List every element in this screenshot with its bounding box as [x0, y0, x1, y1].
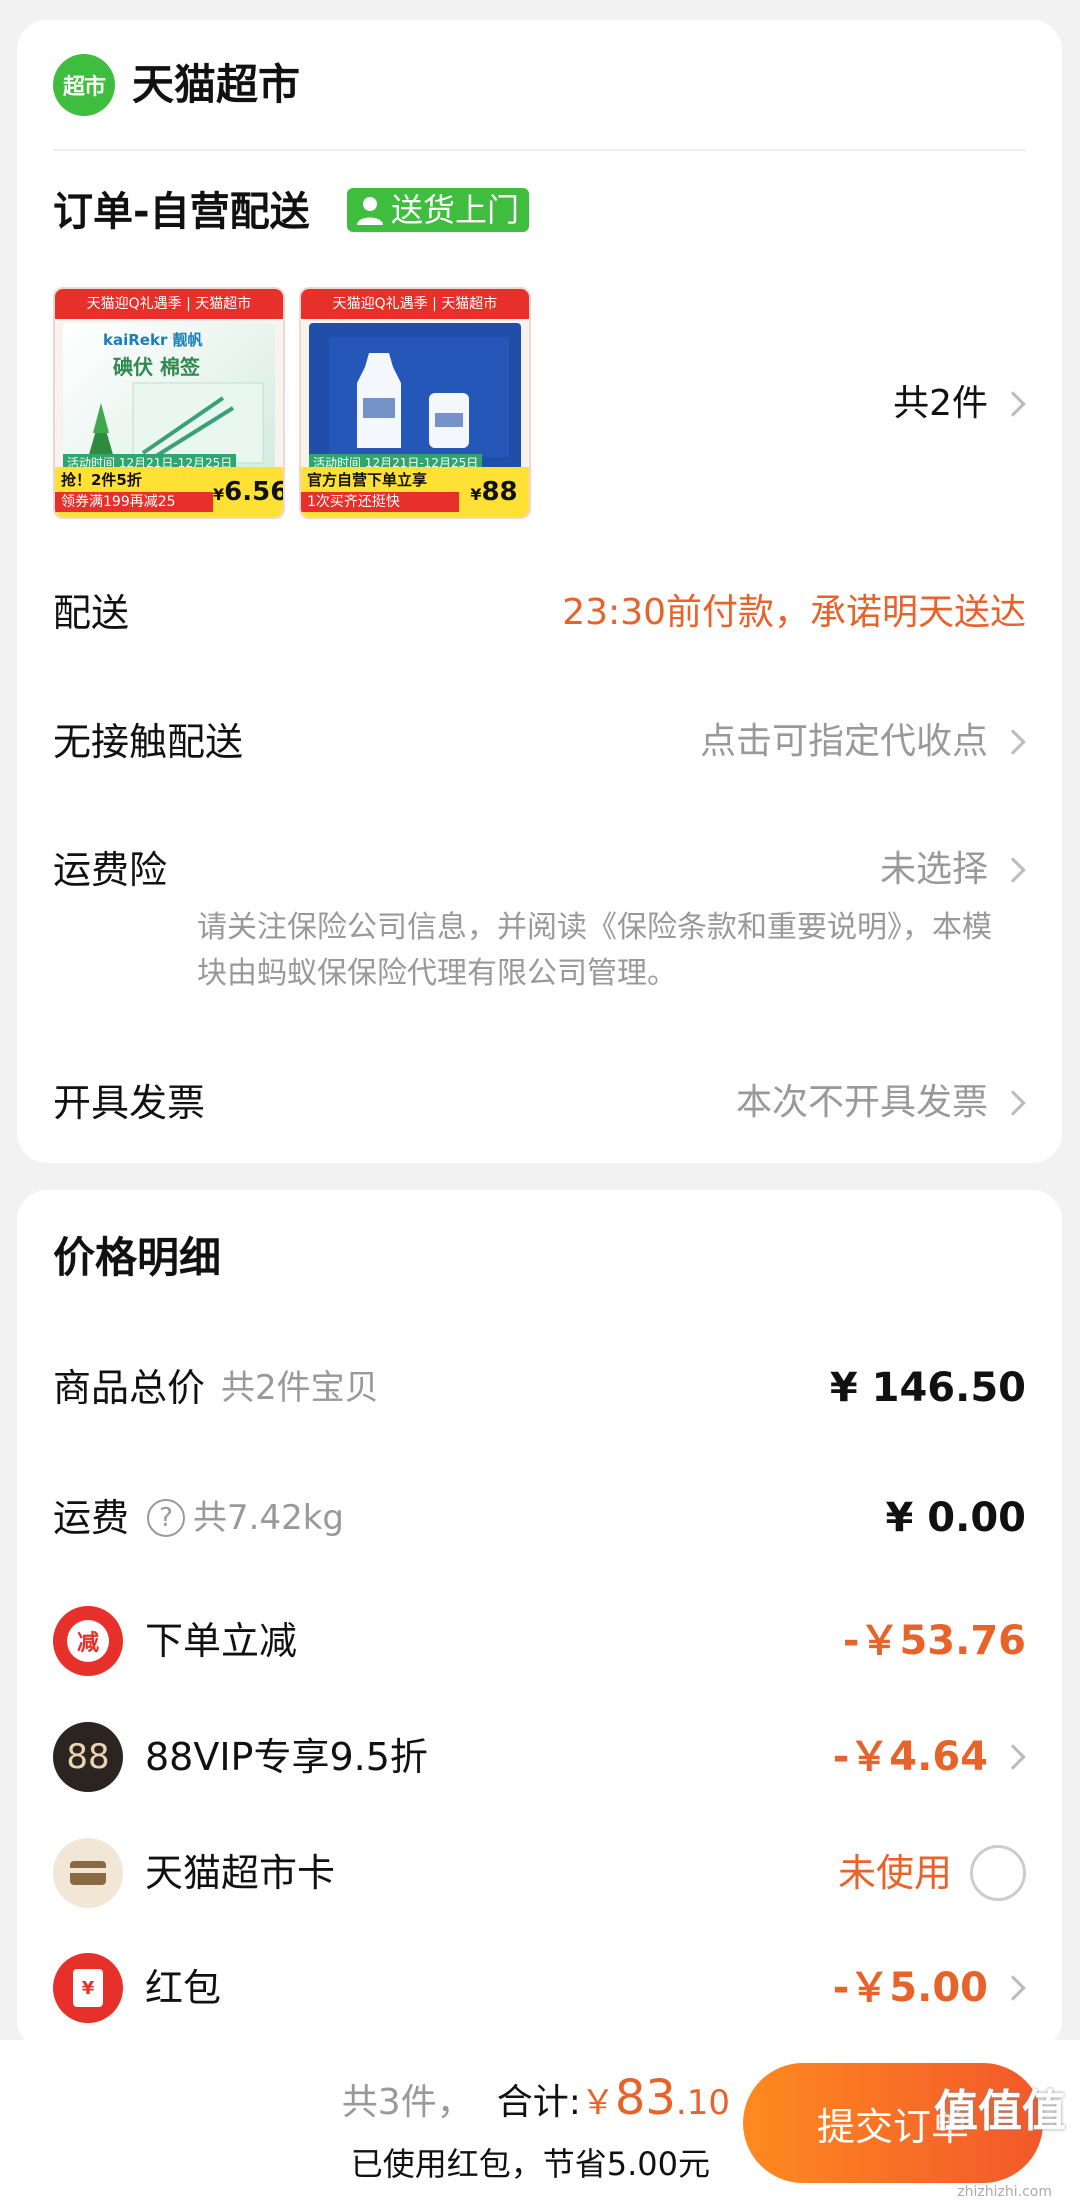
shipping-label: 运费 [53, 1496, 130, 1540]
price-details-card: 价格明细 商品总价 共2件宝贝 ¥ 146.50 运费 ? 共7.42kg ¥ … [17, 1190, 1062, 2050]
chevron-right-icon [1000, 1744, 1026, 1770]
order-card: 超市 天猫超市 订单-自营配送 送货上门 天猫迎Q礼遇季 | 天猫超市 kaiR… [17, 20, 1062, 1163]
freight-insurance-label: 运费险 [53, 848, 168, 892]
store-name[interactable]: 天猫超市 [132, 58, 300, 112]
supermarket-card-status: 未使用 [837, 1851, 952, 1895]
product-banner: 天猫迎Q礼遇季 | 天猫超市 [301, 289, 529, 319]
goods-total-label: 商品总价 [53, 1366, 206, 1410]
chevron-right-icon [1000, 1975, 1026, 2001]
chevron-right-icon [1000, 729, 1026, 755]
supermarket-card-label: 天猫超市卡 [145, 1851, 336, 1895]
chevron-right-icon [1000, 391, 1026, 417]
discount-icon: 减 [53, 1606, 123, 1676]
vip-discount-label: 88VIP专享9.5折 [145, 1735, 428, 1779]
watermark-url: zhizhizhi.com [957, 2184, 1052, 2200]
product-price: ¥88 [459, 467, 529, 517]
shipping-weight: 共7.42kg [193, 1498, 344, 1538]
total-item-count: 共3件， [341, 2082, 473, 2123]
goods-count: 共2件宝贝 [221, 1368, 379, 1408]
freight-insurance-value: 未选择 [879, 849, 988, 890]
home-delivery-badge: 送货上门 [347, 188, 530, 232]
checkout-bar: 共3件， 合计: ￥83.10 已使用红包，节省5.00元 提交订单 [0, 2040, 1080, 2208]
shipping-row: 运费 ? 共7.42kg [53, 1492, 344, 1544]
chevron-right-icon [1000, 857, 1026, 883]
promo-text: 抢！2件5折 [61, 471, 142, 489]
card-icon [53, 1838, 123, 1908]
order-title: 订单-自营配送 [53, 189, 310, 235]
price-details-title: 价格明细 [53, 1233, 222, 1282]
store-logo: 超市 [53, 54, 115, 116]
total-label: 合计: [496, 2082, 581, 2123]
product-image: 活动时间 12月21日-12月25日 [309, 323, 521, 471]
red-packet-amount: -￥5.00 [832, 1965, 988, 2011]
vip-discount-amount: -￥4.64 [832, 1734, 988, 1780]
shipping-amount: ¥ 0.00 [885, 1495, 1026, 1541]
insurance-note: 请关注保险公司信息，并阅读《保险条款和重要说明》，本模块由蚂蚁保保险代理有限公司… [197, 910, 992, 991]
product-thumbnail-2[interactable]: 天猫迎Q礼遇季 | 天猫超市 活动时间 12月21日-12月25日 官方自营下单… [299, 287, 531, 519]
total-amount: ￥83.10 [580, 2070, 730, 2126]
goods-total-row: 商品总价 共2件宝贝 [53, 1362, 379, 1414]
promo-text: 官方自营下单立享 [307, 471, 428, 489]
red-packet-icon: ¥ [53, 1953, 123, 2023]
promo-subtext: 领券满199再减25 [55, 492, 213, 512]
invoice-value: 本次不开具发票 [735, 1082, 988, 1123]
divider [53, 149, 1026, 151]
items-count-link[interactable]: 共2件 [893, 380, 1026, 428]
contactless-delivery-value: 点击可指定代收点 [699, 721, 988, 762]
delivery-label: 配送 [53, 591, 130, 635]
product-thumbnail-1[interactable]: 天猫迎Q礼遇季 | 天猫超市 kaiRekr 靓帆 碘伏 棉签 活动时间 12月… [53, 287, 285, 519]
instant-discount-amount: -￥53.76 [842, 1618, 1026, 1664]
supermarket-card-option[interactable]: 未使用 [838, 1840, 1026, 1906]
product-image: kaiRekr 靓帆 碘伏 棉签 活动时间 12月21日-12月25日 [63, 323, 275, 471]
supermarket-card-radio[interactable] [970, 1845, 1026, 1901]
contactless-delivery-option[interactable]: 点击可指定代收点 [700, 717, 1026, 767]
product-brand: kaiRekr 靓帆 [103, 331, 203, 349]
product-banner: 天猫迎Q礼遇季 | 天猫超市 [55, 289, 283, 319]
contactless-delivery-label: 无接触配送 [53, 720, 244, 764]
chevron-right-icon [1000, 1090, 1026, 1116]
person-icon [353, 193, 387, 227]
invoice-option[interactable]: 本次不开具发票 [736, 1078, 1026, 1128]
vip-discount-option[interactable]: -￥4.64 [833, 1731, 1026, 1783]
product-promo: 抢！2件5折 领券满199再减25 ¥6.56 [55, 467, 283, 517]
goods-total-amount: ¥ 146.50 [829, 1365, 1026, 1411]
instant-discount-label: 下单立减 [145, 1619, 298, 1663]
freight-insurance-option[interactable]: 未选择 [880, 845, 1026, 895]
question-icon[interactable]: ? [147, 1499, 186, 1537]
product-promo: 官方自营下单立享 1次买齐还挺快 ¥88 [301, 467, 529, 517]
invoice-label: 开具发票 [53, 1081, 206, 1125]
vip-88-icon: 88 [53, 1722, 123, 1792]
order-total: 共3件， 合计: ￥83.10 [342, 2070, 730, 2131]
home-delivery-label: 送货上门 [391, 191, 520, 229]
items-count: 共2件 [893, 383, 988, 424]
milk-bottle-graphic [329, 337, 509, 457]
product-price: ¥6.56 [213, 467, 283, 517]
promo-subtext: 1次买齐还挺快 [301, 492, 459, 512]
delivery-value: 23:30前付款，承诺明天送达 [562, 592, 1026, 633]
watermark: 值值值 [934, 2086, 1066, 2137]
red-packet-option[interactable]: -￥5.00 [833, 1962, 1026, 2014]
red-packet-label: 红包 [145, 1966, 222, 2010]
savings-note: 已使用红包，节省5.00元 [350, 2145, 710, 2183]
